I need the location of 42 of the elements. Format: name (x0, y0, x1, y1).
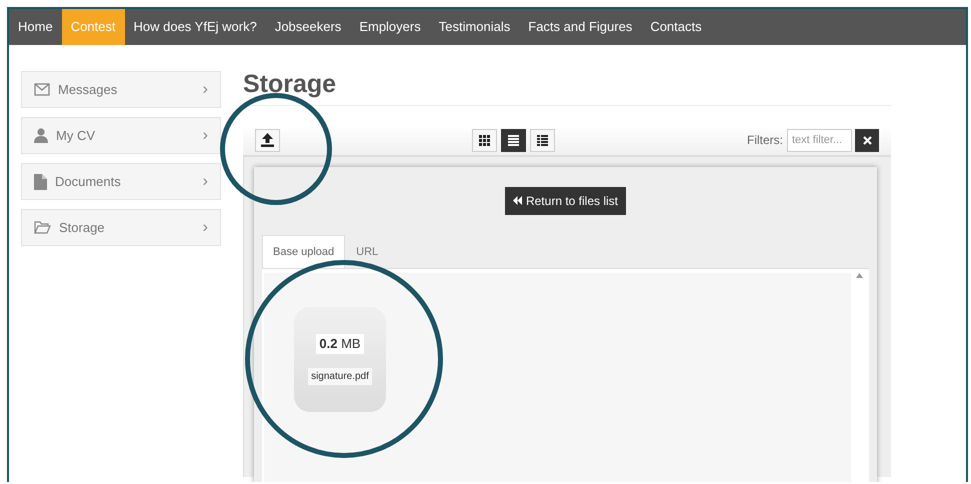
list-view-icon (508, 134, 519, 146)
nav-link[interactable]: Home (9, 9, 62, 45)
folder-icon (34, 221, 51, 234)
tab[interactable]: Base upload (262, 234, 346, 268)
page-title: Storage (243, 71, 891, 106)
sidebar-item[interactable]: Storage › (21, 209, 221, 246)
nav-link[interactable]: How does YfEj work? (124, 9, 266, 45)
file-name: signature.pdf (308, 368, 372, 385)
tab[interactable]: URL (345, 234, 390, 268)
scroll-up-icon[interactable] (856, 273, 863, 278)
chevron-icon: › (202, 216, 208, 240)
sidebar-item[interactable]: My CV › (21, 117, 221, 154)
document-icon (34, 174, 47, 190)
double-chevron-left-icon (512, 196, 522, 205)
clear-filter-button[interactable] (855, 128, 879, 152)
view-toggle-button[interactable] (501, 128, 526, 152)
sidebar-item[interactable]: Documents › (21, 163, 221, 200)
upload-button[interactable] (255, 128, 280, 152)
filters-label: Filters: (747, 132, 783, 149)
filter-input-field[interactable]: text filter... (787, 128, 852, 152)
sidebar-item-label: Storage (59, 218, 105, 237)
chevron-icon: › (202, 170, 208, 194)
grid-view-icon (479, 134, 490, 146)
upload-icon (261, 133, 274, 147)
nav-link[interactable]: Employers (350, 9, 430, 45)
envelope-icon (34, 83, 50, 96)
sidebar-item-label: My CV (56, 126, 95, 145)
nav-link[interactable]: Contacts (641, 9, 711, 45)
file-tile[interactable]: 0.2 MB signature.pdf (294, 307, 386, 412)
sidebar-item-label: Messages (58, 80, 118, 99)
person-icon (34, 128, 48, 143)
nav-link[interactable]: Testimonials (430, 9, 520, 45)
table-view-icon (537, 134, 548, 146)
sidebar-item[interactable]: Messages › (21, 71, 221, 108)
sidebar-item-label: Documents (55, 172, 121, 191)
file-size: 0.2 MB (316, 334, 364, 354)
return-button[interactable]: Return to files list (504, 186, 626, 214)
nav-link[interactable]: Facts and Figures (519, 9, 642, 45)
chevron-icon: › (202, 78, 208, 102)
close-icon (862, 136, 872, 144)
nav-link[interactable]: Jobseekers (266, 9, 350, 45)
chevron-icon: › (202, 124, 208, 148)
